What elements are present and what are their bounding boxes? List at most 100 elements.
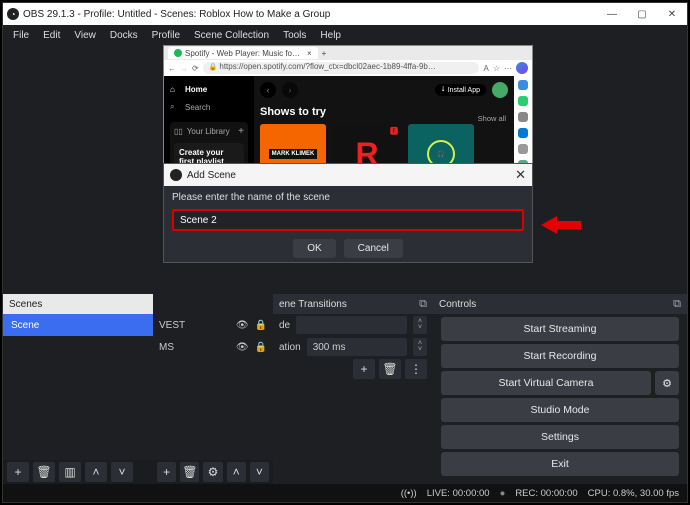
sidebar-icon[interactable] [518,96,528,106]
transition-add-button[interactable]: + [353,359,375,379]
studio-mode-button[interactable]: Studio Mode [441,398,679,422]
maximize-button[interactable]: ▢ [627,3,657,25]
copilot-icon[interactable] [516,62,528,74]
cancel-button[interactable]: Cancel [344,239,403,258]
tab-close-icon[interactable]: × [307,49,312,58]
popout-icon[interactable]: ⧉ [673,298,681,311]
avatar[interactable] [492,82,508,98]
read-icon[interactable]: A [483,64,488,73]
add-source-button[interactable]: + [157,462,176,482]
exit-button[interactable]: Exit [441,452,679,476]
favorites-icon[interactable]: ☆ [493,64,500,73]
menu-dots-icon[interactable]: ⋯ [504,64,512,73]
minimize-button[interactable]: — [597,3,627,25]
download-icon: ⭣ [441,86,444,94]
scene-filter-button[interactable]: ▥ [59,462,81,482]
nav-home[interactable]: ⌂Home [170,82,248,96]
remove-source-button[interactable]: 🗑 [180,462,199,482]
nav-search[interactable]: ⌕Search [170,100,248,114]
duration-stepper[interactable]: ˄˅ [413,338,427,356]
virtual-camera-settings-button[interactable]: ⚙ [655,371,679,395]
status-rec: REC: 00:00:00 [515,488,577,499]
dialog-body: Please enter the name of the scene Scene… [164,186,532,264]
scene-name-input[interactable]: Scene 2 [172,209,524,231]
popout-icon[interactable]: ⧉ [419,298,427,311]
menu-view[interactable]: View [68,28,102,43]
scenes-list: Scene [3,314,153,460]
menu-tools[interactable]: Tools [277,28,312,43]
refresh-icon[interactable]: ⟳ [192,64,199,73]
new-tab-button[interactable]: + [322,49,327,58]
scenes-dock: Scenes Scene + 🗑 ▥ ˄ ˅ [3,294,153,484]
nav-forward-icon[interactable]: › [282,82,298,98]
obs-logo-icon [170,169,182,181]
mode-stepper[interactable]: ˄˅ [413,316,427,334]
dialog-prompt: Please enter the name of the scene [172,192,524,203]
show-all-link[interactable]: Show all [478,114,506,123]
source-down-button[interactable]: ˅ [250,462,269,482]
transition-remove-button[interactable]: 🗑 [379,359,401,379]
start-streaming-button[interactable]: Start Streaming [441,317,679,341]
sidebar-icon[interactable] [518,80,528,90]
transitions-body: de ˄˅ ation 300 ms ˄˅ + 🗑 ⋮ [273,314,433,484]
status-cpu: CPU: 0.8%, 30.00 fps [588,488,679,499]
status-live: LIVE: 00:00:00 [427,488,490,499]
menu-docks[interactable]: Docks [104,28,144,43]
menu-profile[interactable]: Profile [146,28,186,43]
spotify-topbar: ‹ › ⭣Install App [260,82,508,98]
source-properties-button[interactable]: ⚙ [203,462,222,482]
visibility-icon[interactable]: 👁 [236,320,249,331]
forward-icon[interactable]: → [180,64,188,73]
close-button[interactable]: ✕ [657,3,687,25]
ok-button[interactable]: OK [293,239,335,258]
app-window: ◔ OBS 29.1.3 - Profile: Untitled - Scene… [2,2,688,503]
lock-icon[interactable]: 🔒 [255,320,267,331]
sidebar-icon[interactable] [518,112,528,122]
menu-edit[interactable]: Edit [37,28,66,43]
scenes-toolbar: + 🗑 ▥ ˄ ˅ [3,460,153,484]
menubar: File Edit View Docks Profile Scene Colle… [3,25,687,45]
sidebar-icon[interactable] [518,128,528,138]
sidebar-icon[interactable] [518,144,528,154]
section-title: Shows to try [260,106,508,118]
library-add-icon[interactable]: + [238,126,244,137]
address-bar[interactable]: 🔒 https://open.spotify.com/?flow_ctx=dbc… [203,62,480,74]
start-virtual-camera-button[interactable]: Start Virtual Camera [441,371,651,395]
back-icon[interactable]: ← [168,64,176,73]
lock-icon[interactable]: 🔒 [255,342,267,353]
transition-mode-row: de ˄˅ [273,314,433,336]
dialog-buttons: OK Cancel [172,239,524,258]
nav-back-icon[interactable]: ‹ [260,82,276,98]
controls-header: Controls⧉ [433,294,687,314]
transition-menu-button[interactable]: ⋮ [405,359,427,379]
docks: Scenes Scene + 🗑 ▥ ˄ ˅ x VEST👁🔒 MS👁🔒 [3,294,687,484]
browser-tabstrip: Spotify - Web Player: Music fo… × + [164,46,532,60]
source-item[interactable]: MS👁🔒 [153,336,273,358]
browser-tab[interactable]: Spotify - Web Player: Music fo… × [168,47,318,59]
scene-up-button[interactable]: ˄ [85,462,107,482]
menu-file[interactable]: File [7,28,35,43]
settings-button[interactable]: Settings [441,425,679,449]
library-header[interactable]: ▯▯Your Library+ [174,126,244,137]
scene-down-button[interactable]: ˅ [111,462,133,482]
scene-item[interactable]: Scene [3,314,153,336]
menu-help[interactable]: Help [314,28,347,43]
install-app-button[interactable]: ⭣Install App [435,84,486,96]
transition-select[interactable] [296,316,407,334]
spotify-favicon-icon [174,49,182,57]
window-title: OBS 29.1.3 - Profile: Untitled - Scenes:… [23,9,330,20]
dialog-close-button[interactable]: ✕ [515,167,526,183]
menu-scene-collection[interactable]: Scene Collection [188,28,275,43]
search-icon: ⌕ [170,102,180,112]
transition-duration-row: ation 300 ms ˄˅ [273,336,433,358]
source-up-button[interactable]: ˄ [227,462,246,482]
start-recording-button[interactable]: Start Recording [441,344,679,368]
add-scene-button[interactable]: + [7,462,29,482]
remove-scene-button[interactable]: 🗑 [33,462,55,482]
source-item[interactable]: VEST👁🔒 [153,314,273,336]
sources-list: VEST👁🔒 MS👁🔒 [153,314,273,460]
visibility-icon[interactable]: 👁 [236,342,249,353]
duration-input[interactable]: 300 ms [307,338,407,356]
browser-toolbar: ← → ⟳ 🔒 https://open.spotify.com/?flow_c… [164,60,532,76]
dialog-title: Add Scene [187,170,236,181]
